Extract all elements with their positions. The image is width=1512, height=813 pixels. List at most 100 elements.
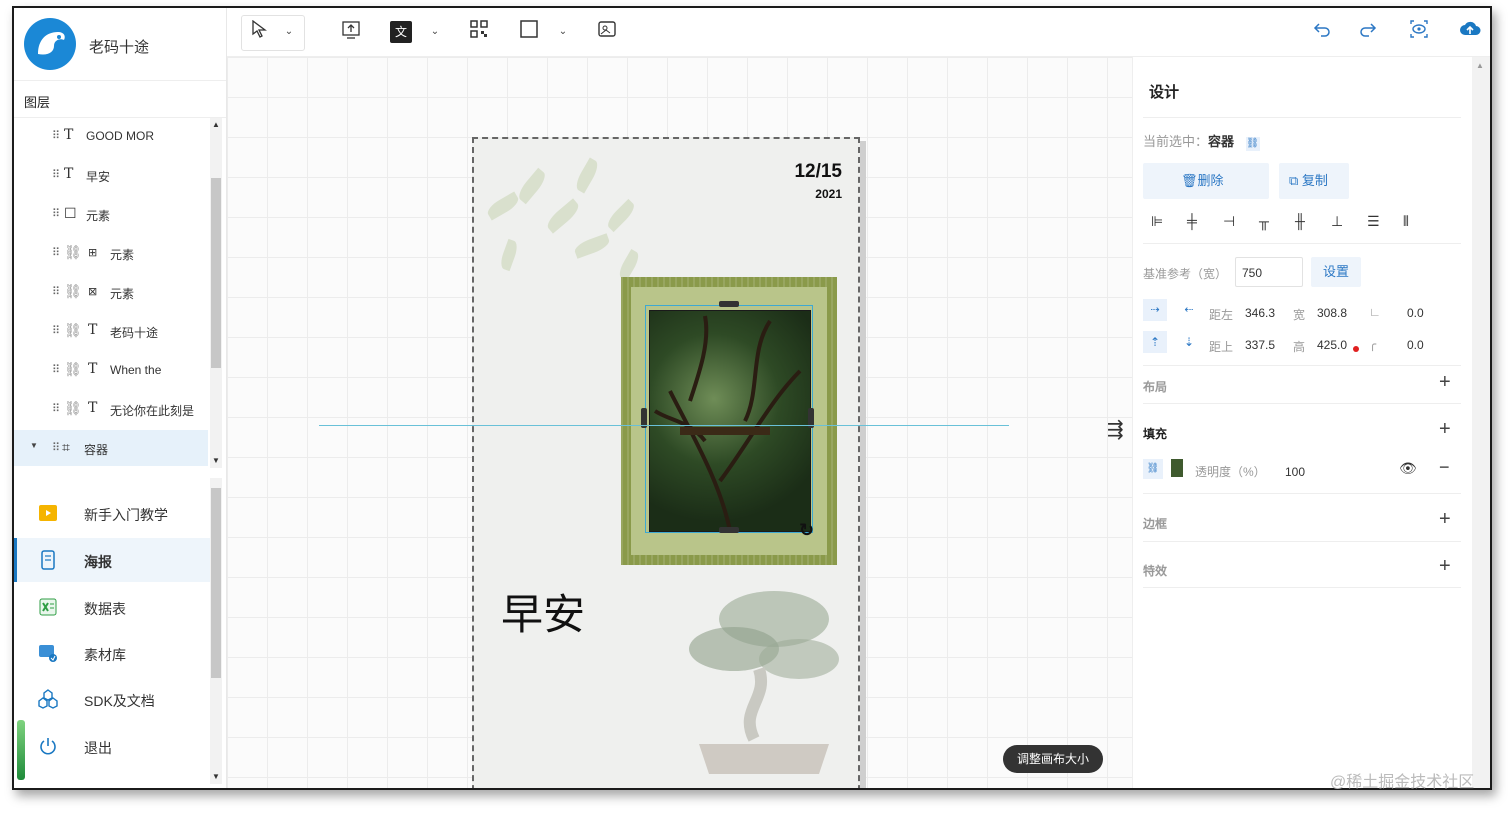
drag-handle-icon[interactable]: ⠿ bbox=[52, 246, 60, 259]
qrcode-tool-icon[interactable] bbox=[467, 20, 491, 44]
scroll-thumb[interactable] bbox=[211, 178, 221, 368]
image-tool-icon[interactable] bbox=[595, 20, 619, 44]
upload-screen-icon[interactable] bbox=[339, 20, 363, 44]
drag-handle-icon[interactable]: ⠿ bbox=[52, 168, 60, 181]
nav-item-datasheet[interactable]: 数据表 bbox=[14, 585, 208, 629]
layer-item[interactable]: ⠿ T GOOD MOR bbox=[14, 118, 208, 154]
add-layout-icon[interactable]: + bbox=[1439, 371, 1473, 394]
redo-icon[interactable] bbox=[1357, 20, 1379, 44]
drag-handle-icon[interactable]: ⠿ bbox=[52, 363, 60, 376]
add-fill-icon[interactable]: + bbox=[1439, 418, 1473, 441]
poster-year[interactable]: 2021 bbox=[815, 187, 842, 201]
align-top-icon[interactable]: ╥ bbox=[1259, 213, 1269, 229]
delete-button[interactable]: 🗑删除 bbox=[1143, 163, 1269, 199]
expand-triangle-icon[interactable]: ▼ bbox=[30, 441, 38, 450]
unlink-icon[interactable]: ⛓ bbox=[64, 283, 82, 300]
unlink-icon[interactable]: ⛓ bbox=[64, 322, 82, 339]
height-value[interactable]: 425.0 bbox=[1317, 338, 1347, 352]
poster-date[interactable]: 12/15 bbox=[794, 161, 842, 183]
distribute-v-icon[interactable]: ☰ bbox=[1367, 213, 1380, 230]
nav-item-poster[interactable]: 海报 bbox=[14, 538, 211, 582]
drag-handle-icon[interactable]: ⠿ bbox=[52, 129, 60, 142]
layer-item[interactable]: ⠿ ⛓ ⊠ 元素 bbox=[14, 274, 208, 310]
drag-handle-icon[interactable]: ⠿ bbox=[52, 324, 60, 337]
layer-item[interactable]: ⠿ ⛓ T 老码十途 bbox=[14, 313, 208, 349]
nav-scrollbar[interactable]: ▼ bbox=[210, 478, 222, 784]
nav-item-sdk[interactable]: SDK及文档 bbox=[14, 677, 208, 721]
set-button[interactable]: 设置 bbox=[1311, 257, 1361, 287]
cloud-upload-icon[interactable] bbox=[1458, 20, 1482, 44]
unlink-icon[interactable]: ⛓ bbox=[1143, 459, 1163, 479]
resize-canvas-button[interactable]: 调整画布大小 bbox=[1003, 745, 1103, 773]
unlink-icon[interactable]: ⛓ bbox=[64, 361, 82, 378]
unlink-icon[interactable]: ⛓ bbox=[64, 244, 82, 261]
align-center-h-icon[interactable]: ╪ bbox=[1187, 213, 1197, 229]
scroll-down-icon[interactable]: ▼ bbox=[210, 772, 222, 781]
opacity-value[interactable]: 100 bbox=[1285, 465, 1305, 479]
drag-handle-icon[interactable]: ⠿ bbox=[52, 207, 60, 220]
editor-canvas[interactable]: 12/15 2021 ↻ 早安 ⇶ 调整画布大小 bbox=[227, 57, 1132, 788]
rotate-handle-icon[interactable]: ↻ bbox=[799, 520, 814, 541]
chevron-down-icon[interactable]: ⌄ bbox=[281, 20, 297, 44]
unlink-icon[interactable]: ⛓ bbox=[1245, 137, 1260, 151]
add-effect-icon[interactable]: + bbox=[1439, 555, 1473, 578]
chevron-down-icon[interactable]: ⌄ bbox=[555, 20, 571, 44]
design-panel-scrollbar[interactable]: ▲ bbox=[1472, 57, 1490, 788]
resize-handle-bottom[interactable] bbox=[719, 527, 739, 533]
bonsai-illustration[interactable] bbox=[679, 579, 849, 779]
scroll-down-icon[interactable]: ▼ bbox=[210, 456, 222, 465]
align-left-icon[interactable]: ⊫ bbox=[1151, 213, 1163, 230]
pointer-tool-icon[interactable] bbox=[247, 19, 271, 44]
scroll-up-icon[interactable]: ▲ bbox=[1476, 61, 1484, 70]
layer-item[interactable]: ⠿ T 早安 bbox=[14, 157, 208, 193]
base-ref-input[interactable]: 750 bbox=[1235, 257, 1303, 287]
drag-handle-icon[interactable]: ⠿ bbox=[52, 402, 60, 415]
fill-image-swatch[interactable] bbox=[1171, 459, 1183, 477]
width-value[interactable]: 308.8 bbox=[1317, 306, 1347, 320]
fix-left-icon[interactable]: ⇢ bbox=[1143, 299, 1167, 321]
fix-bottom-icon[interactable]: ⇣ bbox=[1177, 331, 1201, 353]
photo-frame[interactable]: ↻ bbox=[621, 277, 837, 565]
scroll-up-icon[interactable]: ▲ bbox=[210, 120, 222, 129]
remove-fill-icon[interactable]: − bbox=[1439, 457, 1450, 478]
drag-handle-icon[interactable]: ⠿ bbox=[52, 441, 60, 454]
add-border-icon[interactable]: + bbox=[1439, 508, 1473, 531]
copy-button[interactable]: ⧉ 复制 bbox=[1279, 163, 1349, 199]
layer-item[interactable]: ⠿ ⛓ T When the bbox=[14, 352, 208, 388]
align-right-icon[interactable]: ⊣ bbox=[1223, 213, 1235, 230]
drag-handle-icon[interactable]: ⠿ bbox=[52, 285, 60, 298]
fix-right-icon[interactable]: ⇠ bbox=[1177, 299, 1201, 321]
poster-greeting[interactable]: 早安 bbox=[501, 581, 585, 642]
layer-item[interactable]: ⠿ ⛓ ⊞ 元素 bbox=[14, 235, 208, 271]
nav-label: 新手入门教学 bbox=[84, 507, 168, 523]
fill-label: 填充 bbox=[1143, 427, 1168, 441]
layer-item-selected[interactable]: ▼ ⠿ ⌗ 容器 bbox=[14, 430, 208, 466]
radius-value[interactable]: 0.0 bbox=[1407, 338, 1424, 352]
layer-list-scrollbar[interactable]: ▲ ▼ bbox=[210, 118, 222, 468]
align-center-v-icon[interactable]: ╫ bbox=[1295, 213, 1305, 229]
poster-artboard[interactable]: 12/15 2021 ↻ 早安 bbox=[472, 137, 860, 788]
collapse-panel-icon[interactable]: ⇶ bbox=[1107, 417, 1124, 442]
text-tool-icon[interactable]: 文 bbox=[390, 21, 412, 43]
unlink-icon[interactable]: ⛓ bbox=[64, 400, 82, 417]
distribute-h-icon[interactable]: ⫴ bbox=[1403, 213, 1409, 230]
layer-item[interactable]: ⠿ ☐ 元素 bbox=[14, 196, 208, 232]
undo-icon[interactable] bbox=[1311, 20, 1333, 44]
fix-top-icon[interactable]: ⇡ bbox=[1143, 331, 1167, 353]
eye-icon[interactable]: 👁 bbox=[1399, 460, 1417, 477]
preview-icon[interactable] bbox=[1408, 20, 1430, 44]
rectangle-tool-icon[interactable] bbox=[517, 20, 541, 44]
angle-value[interactable]: 0.0 bbox=[1407, 306, 1424, 320]
nav-item-tutorial[interactable]: 新手入门教学 bbox=[14, 491, 208, 535]
chevron-down-icon[interactable]: ⌄ bbox=[427, 20, 443, 44]
layer-item[interactable]: ⠿ ⛓ T 无论你在此刻是 bbox=[14, 391, 208, 427]
left-value[interactable]: 346.3 bbox=[1245, 306, 1275, 320]
nav-item-logout[interactable]: 退出 bbox=[14, 724, 208, 768]
layer-label: 老码十途 bbox=[110, 326, 159, 340]
nav-item-materials[interactable]: 素材库 bbox=[14, 631, 208, 675]
align-bottom-icon[interactable]: ⊥ bbox=[1331, 213, 1343, 230]
layers-title: 图层 bbox=[24, 95, 51, 110]
resize-handle-top[interactable] bbox=[719, 301, 739, 307]
top-value[interactable]: 337.5 bbox=[1245, 338, 1275, 352]
scroll-thumb[interactable] bbox=[211, 488, 221, 678]
